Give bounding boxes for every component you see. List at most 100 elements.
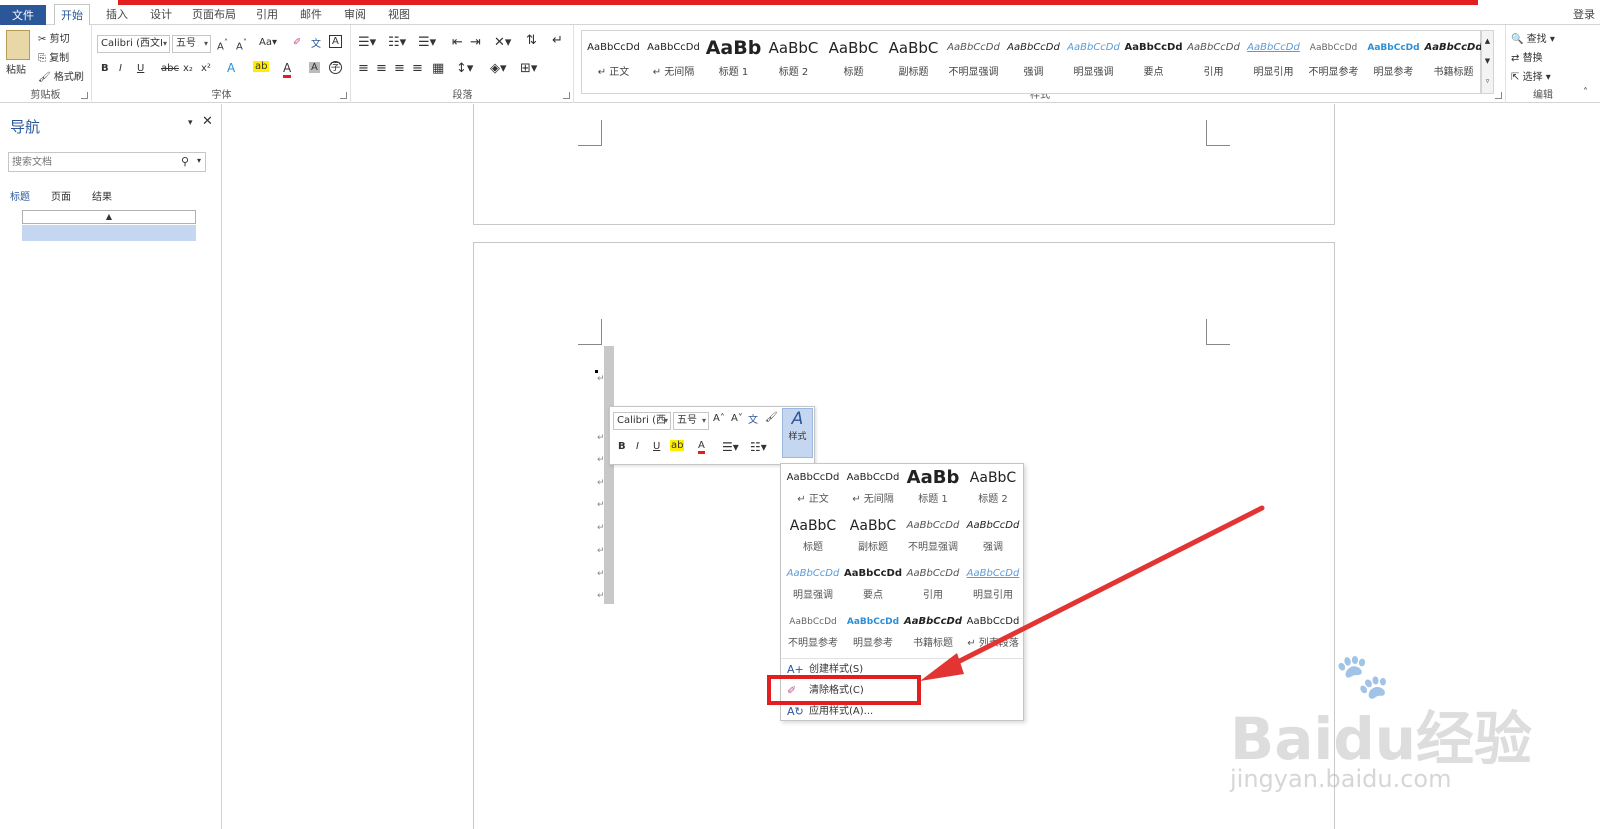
style-book-title[interactable]: AaBbCcDd 书籍标题 bbox=[1424, 33, 1483, 91]
phonetic-guide-icon[interactable]: 文 bbox=[748, 411, 758, 426]
nav-tab-pages[interactable]: 页面 bbox=[51, 188, 71, 203]
italic-button[interactable]: I bbox=[119, 63, 122, 74]
heading-item-selected[interactable] bbox=[22, 225, 196, 241]
menu-style-strong[interactable]: AaBbCcDd 要点 bbox=[843, 562, 903, 608]
shrink-font-icon[interactable]: A˅ bbox=[236, 37, 247, 52]
numbering-icon[interactable]: ☷▾ bbox=[388, 35, 406, 50]
mini-font-combo[interactable]: Calibri (西 ▾ bbox=[613, 412, 671, 430]
nav-tab-results[interactable]: 结果 bbox=[92, 188, 112, 203]
distributed-icon[interactable]: ▦ bbox=[432, 61, 444, 76]
align-left-icon[interactable]: ≡ bbox=[358, 61, 369, 76]
heading-collapse-icon[interactable]: ▲ bbox=[22, 210, 196, 224]
replace-button[interactable]: ⇄ 替换 bbox=[1511, 49, 1543, 64]
style-intense-reference[interactable]: AaBbCcDd 明显参考 bbox=[1364, 33, 1423, 91]
numbering-icon[interactable]: ☷▾ bbox=[750, 440, 767, 454]
tab-design[interactable]: 设计 bbox=[148, 4, 174, 25]
strikethrough-button[interactable]: abc bbox=[161, 63, 179, 74]
styles-gallery-scrollbar[interactable]: ▲ ▼ ▿ bbox=[1481, 30, 1494, 94]
style-emphasis[interactable]: AaBbCcDd 强调 bbox=[1004, 33, 1063, 91]
text-effects-icon[interactable]: A bbox=[227, 61, 235, 75]
mini-underline-button[interactable]: U bbox=[653, 441, 660, 452]
tab-review[interactable]: 审阅 bbox=[342, 4, 368, 25]
char-shading-icon[interactable]: A bbox=[309, 62, 320, 73]
style-strong[interactable]: AaBbCcDd 要点 bbox=[1124, 33, 1183, 91]
change-case-button[interactable]: Aa▾ bbox=[259, 37, 277, 48]
nav-tab-headings[interactable]: 标题 bbox=[10, 188, 30, 203]
char-border-icon[interactable]: A bbox=[329, 35, 342, 48]
tab-insert[interactable]: 插入 bbox=[104, 4, 130, 25]
clipboard-launcher-icon[interactable] bbox=[81, 92, 88, 99]
font-color-icon[interactable]: A bbox=[283, 61, 292, 78]
font-color-icon[interactable]: A bbox=[698, 440, 705, 454]
format-painter-button[interactable]: 🖌 格式刷 bbox=[38, 68, 84, 83]
bold-button[interactable]: B bbox=[101, 63, 109, 74]
align-center-icon[interactable]: ≡ bbox=[376, 61, 387, 76]
login-link[interactable]: 登录 bbox=[1570, 4, 1598, 25]
style-heading-1[interactable]: AaBb 标题 1 bbox=[704, 33, 763, 91]
more-styles-icon[interactable]: ▿ bbox=[1482, 71, 1493, 91]
style-subtitle[interactable]: AaBbC 副标题 bbox=[884, 33, 943, 91]
search-icon[interactable]: ⚲ bbox=[181, 155, 189, 168]
show-marks-icon[interactable]: ↵ bbox=[552, 33, 563, 48]
chevron-down-icon[interactable]: ▼ bbox=[1482, 51, 1493, 71]
chevron-down-icon[interactable]: ▾ bbox=[197, 156, 201, 165]
tab-mailings[interactable]: 邮件 bbox=[298, 4, 324, 25]
tab-view[interactable]: 视图 bbox=[386, 4, 412, 25]
tab-references[interactable]: 引用 bbox=[254, 4, 280, 25]
nav-search-box[interactable]: ⚲ ▾ bbox=[8, 152, 206, 172]
font-name-combo[interactable]: Calibri (西文I ▾ bbox=[97, 35, 170, 53]
nav-search-input[interactable] bbox=[9, 153, 169, 171]
nav-options-icon[interactable]: ▾ bbox=[188, 118, 193, 128]
justify-icon[interactable]: ≡ bbox=[412, 61, 423, 76]
line-spacing-icon[interactable]: ↕▾ bbox=[456, 61, 473, 76]
font-launcher-icon[interactable] bbox=[340, 92, 347, 99]
menu-style-intense-reference[interactable]: AaBbCcDd 明显参考 bbox=[843, 610, 903, 656]
mini-styles-button[interactable]: A 样式 bbox=[782, 408, 813, 458]
enclose-char-icon[interactable]: 字 bbox=[329, 61, 342, 74]
multilevel-list-icon[interactable]: ☰▾ bbox=[418, 35, 436, 50]
font-size-combo[interactable]: 五号 ▾ bbox=[172, 35, 211, 53]
paste-icon[interactable] bbox=[6, 30, 30, 60]
shrink-font-icon[interactable]: A˅ bbox=[731, 413, 743, 424]
increase-indent-icon[interactable]: ⇥ bbox=[470, 35, 481, 50]
text-selection[interactable] bbox=[604, 346, 614, 604]
tab-home[interactable]: 开始 bbox=[54, 4, 90, 26]
grow-font-icon[interactable]: A˄ bbox=[713, 413, 725, 424]
style-intense-emphasis[interactable]: AaBbCcDd 明显强调 bbox=[1064, 33, 1123, 91]
tab-file[interactable]: 文件 bbox=[0, 5, 46, 25]
chinese-layout-icon[interactable]: ✕▾ bbox=[494, 35, 511, 50]
style-subtle-emphasis[interactable]: AaBbCcDd 不明显强调 bbox=[944, 33, 1003, 91]
bullets-icon[interactable]: ☰▾ bbox=[358, 35, 376, 50]
style-quote[interactable]: AaBbCcDd 引用 bbox=[1184, 33, 1243, 91]
menu-style-subtle-reference[interactable]: AaBbCcDd 不明显参考 bbox=[783, 610, 843, 656]
subscript-button[interactable]: x₂ bbox=[183, 63, 193, 74]
grow-font-icon[interactable]: A˄ bbox=[217, 37, 228, 52]
find-button[interactable]: 🔍 查找 ▾ bbox=[1511, 30, 1555, 45]
style-intense-quote[interactable]: AaBbCcDd 明显引用 bbox=[1244, 33, 1303, 91]
select-button[interactable]: ⇱ 选择 ▾ bbox=[1511, 68, 1551, 83]
highlight-icon[interactable]: ab bbox=[670, 440, 685, 451]
style-subtle-reference[interactable]: AaBbCcDd 不明显参考 bbox=[1304, 33, 1363, 91]
tab-layout[interactable]: 页面布局 bbox=[192, 4, 236, 25]
apply-styles-command[interactable]: A↻ 应用样式(A)... bbox=[781, 702, 1023, 722]
mini-bold-button[interactable]: B bbox=[618, 441, 626, 452]
collapse-ribbon-icon[interactable]: ˄ bbox=[1583, 87, 1588, 98]
phonetic-guide-icon[interactable]: 文 bbox=[311, 35, 321, 50]
superscript-button[interactable]: x² bbox=[201, 63, 211, 74]
clear-format-icon[interactable]: ✐ bbox=[293, 37, 301, 48]
menu-style-no-spacing[interactable]: AaBbCcDd ↵ 无间隔 bbox=[843, 466, 903, 512]
close-icon[interactable]: ✕ bbox=[202, 114, 213, 129]
cut-button[interactable]: ✂ 剪切 bbox=[38, 30, 70, 45]
menu-style-title[interactable]: AaBbC 标题 bbox=[783, 514, 843, 560]
paragraph-launcher-icon[interactable] bbox=[563, 92, 570, 99]
align-right-icon[interactable]: ≡ bbox=[394, 61, 405, 76]
brush-icon[interactable]: 🖌 bbox=[765, 412, 778, 423]
style-no-spacing[interactable]: AaBbCcDd ↵ 无间隔 bbox=[644, 33, 703, 91]
bullets-icon[interactable]: ☰▾ bbox=[722, 440, 739, 454]
menu-style-intense-emphasis[interactable]: AaBbCcDd 明显强调 bbox=[783, 562, 843, 608]
style-normal[interactable]: AaBbCcDd ↵ 正文 bbox=[584, 33, 643, 91]
shading-icon[interactable]: ◈▾ bbox=[490, 61, 507, 76]
chevron-up-icon[interactable]: ▲ bbox=[1482, 31, 1493, 51]
menu-style-normal[interactable]: AaBbCcDd ↵ 正文 bbox=[783, 466, 843, 512]
style-title[interactable]: AaBbC 标题 bbox=[824, 33, 883, 91]
